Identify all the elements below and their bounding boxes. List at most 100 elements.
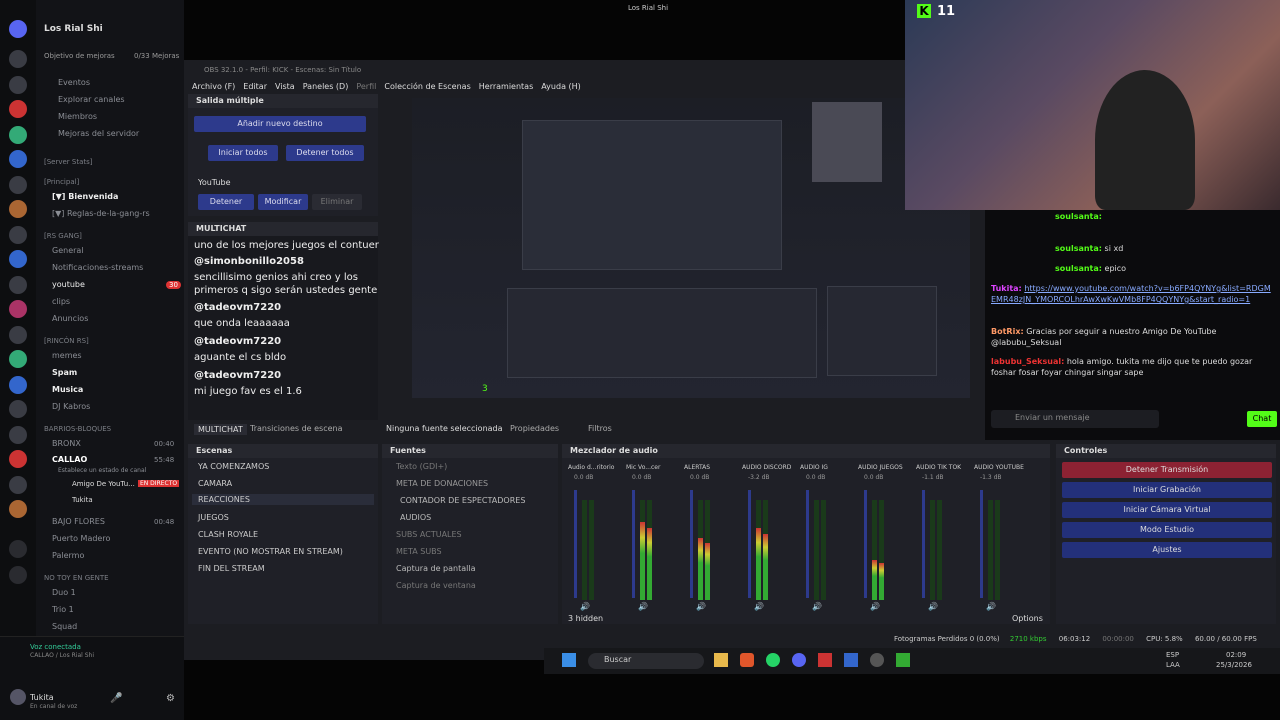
- chat-username[interactable]: labubu_Seksual:: [991, 357, 1064, 366]
- studio-mode-button[interactable]: Modo Estudio: [1062, 522, 1272, 538]
- channel-item[interactable]: [▼] Reglas-de-la-gang-rs: [52, 209, 150, 218]
- voice-channel[interactable]: Squad: [52, 622, 77, 631]
- scene-item[interactable]: REACCIONES: [192, 494, 374, 505]
- stop-stream-button[interactable]: Detener Transmisión: [1062, 462, 1272, 478]
- volume-slider[interactable]: [806, 490, 809, 598]
- channel-item[interactable]: Spam: [52, 368, 77, 377]
- category-header[interactable]: [Principal]: [44, 178, 79, 186]
- server-icon[interactable]: [9, 476, 27, 494]
- volume-slider[interactable]: [864, 490, 867, 598]
- server-icon[interactable]: [9, 126, 27, 144]
- channel-item[interactable]: youtube: [52, 280, 85, 289]
- voice-channel-label[interactable]: CALLAO / Los Rial Shi: [30, 652, 94, 659]
- explore-icon[interactable]: [9, 566, 27, 584]
- server-icon[interactable]: [9, 450, 27, 468]
- volume-slider[interactable]: [574, 490, 577, 598]
- menu-colecciones[interactable]: Colección de Escenas: [384, 82, 470, 91]
- nav-events[interactable]: Eventos: [58, 78, 90, 87]
- speaker-icon[interactable]: 🔊: [754, 602, 764, 611]
- server-icon[interactable]: [9, 226, 27, 244]
- source-group[interactable]: CONTADOR DE ESPECTADORES: [400, 496, 525, 505]
- scene-item[interactable]: EVENTO (NO MOSTRAR EN STREAM): [198, 547, 343, 556]
- server-icon[interactable]: [9, 250, 27, 268]
- channel-item[interactable]: memes: [52, 351, 82, 360]
- server-icon[interactable]: [9, 400, 27, 418]
- source-item[interactable]: META SUBS: [396, 547, 442, 556]
- clock-time[interactable]: 02:09: [1226, 651, 1246, 659]
- voice-member[interactable]: Amigo De YouTu...: [72, 480, 135, 488]
- voice-channel[interactable]: Duo 1: [52, 588, 76, 597]
- scene-item[interactable]: JUEGOS: [198, 513, 229, 522]
- voice-channel[interactable]: Puerto Madero: [52, 534, 110, 543]
- menu-herramientas[interactable]: Herramientas: [479, 82, 534, 91]
- server-icon[interactable]: [9, 50, 27, 68]
- source-group[interactable]: AUDIOS: [400, 513, 431, 522]
- lang-primary[interactable]: ESP: [1166, 651, 1179, 659]
- chat-username[interactable]: soulsanta:: [1055, 264, 1102, 273]
- speaker-icon[interactable]: 🔊: [870, 602, 880, 611]
- server-icon[interactable]: [9, 500, 27, 518]
- channel-item[interactable]: DJ Kabros: [52, 402, 90, 411]
- modify-button[interactable]: Modificar: [258, 194, 308, 210]
- lang-secondary[interactable]: LAA: [1166, 661, 1180, 669]
- voice-channel[interactable]: BRONX: [52, 439, 81, 448]
- server-icon[interactable]: [9, 326, 27, 344]
- speaker-icon[interactable]: 🔊: [580, 602, 590, 611]
- brave-icon[interactable]: [740, 653, 754, 667]
- taskbar-search[interactable]: Buscar: [588, 653, 704, 669]
- app-icon[interactable]: [818, 653, 832, 667]
- volume-slider[interactable]: [980, 490, 983, 598]
- filters-button[interactable]: Filtros: [588, 424, 612, 433]
- discord-home-icon[interactable]: [9, 20, 27, 38]
- channel-item[interactable]: Anuncios: [52, 314, 88, 323]
- channel-status[interactable]: Establece un estado de canal: [58, 467, 146, 474]
- chat-username[interactable]: soulsanta:: [1055, 244, 1102, 253]
- app-icon[interactable]: [896, 653, 910, 667]
- scene-item[interactable]: CAMARA: [198, 479, 232, 488]
- options-button[interactable]: Options: [1012, 614, 1043, 623]
- speaker-icon[interactable]: 🔊: [696, 602, 706, 611]
- start-all-button[interactable]: Iniciar todos: [208, 145, 278, 161]
- menu-ayuda[interactable]: Ayuda (H): [541, 82, 581, 91]
- chat-username[interactable]: BotRix:: [991, 327, 1024, 336]
- menu-archivo[interactable]: Archivo (F): [192, 82, 235, 91]
- speaker-icon[interactable]: 🔊: [928, 602, 938, 611]
- channel-item[interactable]: Notificaciones-streams: [52, 263, 143, 272]
- chat-username[interactable]: Tukita:: [991, 284, 1022, 293]
- voice-member[interactable]: Tukita: [72, 496, 93, 504]
- voice-channel[interactable]: Trio 1: [52, 605, 74, 614]
- server-icon[interactable]: [9, 176, 27, 194]
- scene-item[interactable]: FIN DEL STREAM: [198, 564, 265, 573]
- volume-slider[interactable]: [748, 490, 751, 598]
- add-destination-button[interactable]: Añadir nuevo destino: [194, 116, 366, 132]
- windows-start-icon[interactable]: [562, 653, 576, 667]
- server-icon[interactable]: [9, 200, 27, 218]
- source-item[interactable]: Captura de ventana: [396, 581, 476, 590]
- category-header[interactable]: NO TOY EN GENTE: [44, 574, 109, 582]
- stop-all-button[interactable]: Detener todos: [286, 145, 364, 161]
- voice-channel[interactable]: BAJO FLORES: [52, 517, 105, 526]
- folder-icon[interactable]: [714, 653, 728, 667]
- app-icon[interactable]: [844, 653, 858, 667]
- chat-link[interactable]: https://www.youtube.com/watch?v=b6FP4QYN…: [991, 284, 1271, 304]
- source-item[interactable]: Captura de pantalla: [396, 564, 476, 573]
- hidden-count[interactable]: 3 hidden: [568, 614, 603, 623]
- preview-canvas[interactable]: 3: [412, 98, 970, 398]
- start-recording-button[interactable]: Iniciar Grabación: [1062, 482, 1272, 498]
- properties-button[interactable]: Propiedades: [510, 424, 559, 433]
- settings-button[interactable]: Ajustes: [1062, 542, 1272, 558]
- chat-send-button[interactable]: Chat: [1247, 411, 1277, 427]
- nav-members[interactable]: Miembros: [58, 112, 97, 121]
- remove-button[interactable]: Eliminar: [312, 194, 362, 210]
- category-header[interactable]: BARRIOS-BLOQUES: [44, 425, 111, 433]
- add-server-icon[interactable]: [9, 540, 27, 558]
- scene-item[interactable]: CLASH ROYALE: [198, 530, 258, 539]
- channel-item[interactable]: [▼] Bienvenida: [52, 192, 118, 201]
- channel-item[interactable]: clips: [52, 297, 70, 306]
- mic-icon[interactable]: 🎤: [110, 693, 122, 704]
- menu-perfil[interactable]: Perfil: [356, 82, 376, 91]
- server-icon[interactable]: [9, 426, 27, 444]
- server-icon[interactable]: [9, 350, 27, 368]
- server-icon[interactable]: [9, 150, 27, 168]
- server-icon[interactable]: [9, 276, 27, 294]
